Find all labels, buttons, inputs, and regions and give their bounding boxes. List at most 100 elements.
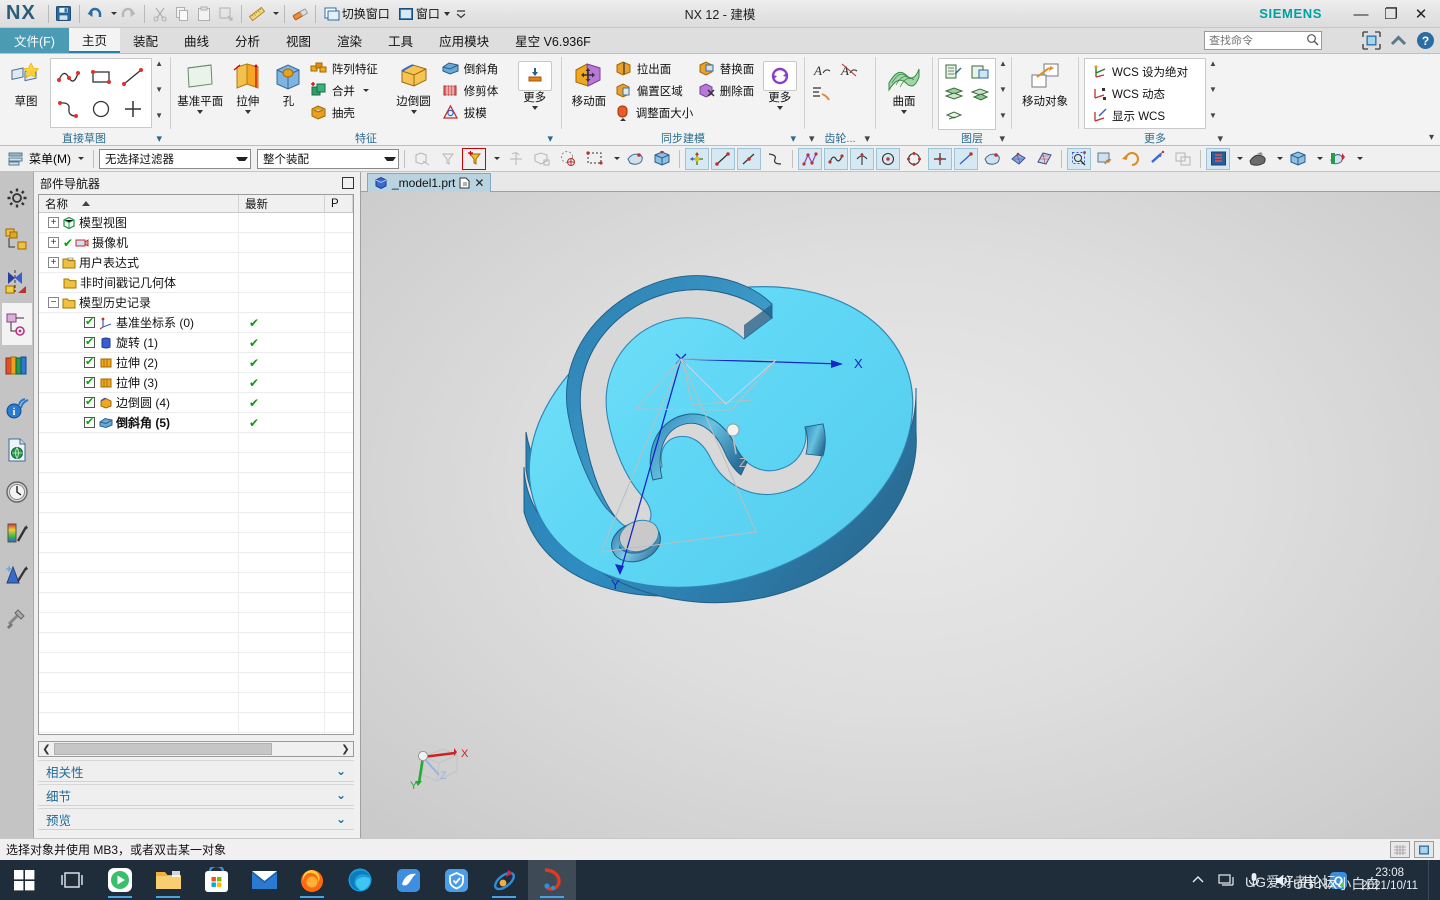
shaded-view-icon[interactable] xyxy=(1286,148,1310,170)
surface-dropdown[interactable] xyxy=(901,110,907,114)
feature-checkbox[interactable] xyxy=(84,335,95,348)
sync-more-dropdown[interactable] xyxy=(776,106,783,110)
task-view-button[interactable] xyxy=(48,860,96,900)
offset-region-button[interactable]: 偏置区域 xyxy=(612,80,694,101)
sketch-button[interactable]: 草图 xyxy=(3,56,49,108)
intersection-curve-icon[interactable] xyxy=(850,147,874,170)
gallery-scroll-down[interactable]: ▼ xyxy=(155,86,163,94)
layer-visible-icon[interactable] xyxy=(967,61,993,83)
shaded-view-dropdown[interactable] xyxy=(1312,148,1324,170)
tree-row-revolve[interactable]: 旋转 (1) ✔ xyxy=(39,332,353,353)
tray-microphone-icon[interactable] xyxy=(1241,860,1267,900)
taskbar-potplayer[interactable] xyxy=(96,860,144,900)
edge-blend-dropdown[interactable] xyxy=(410,110,417,114)
sync-more-button[interactable]: 更多 xyxy=(761,56,800,110)
graphics-viewport[interactable]: X Y Z X Y Z xyxy=(361,192,1440,838)
qat-overflow-button[interactable] xyxy=(454,3,468,25)
scrollbar-thumb[interactable] xyxy=(54,743,272,755)
move-to-layer-icon[interactable] xyxy=(941,83,967,105)
redo-icon[interactable] xyxy=(118,3,140,25)
layer-category-icon[interactable] xyxy=(941,105,967,127)
pin-panel-icon[interactable] xyxy=(342,177,354,189)
taskbar-mail[interactable] xyxy=(240,860,288,900)
fit-view-icon[interactable] xyxy=(1145,148,1169,170)
surface-button[interactable]: 曲面 xyxy=(881,56,927,114)
chamfer-button[interactable]: 倒斜角 xyxy=(439,58,513,79)
layer-scroll-down[interactable]: ▼ xyxy=(999,86,1007,94)
point-tool-icon[interactable] xyxy=(928,147,952,170)
window-menu-button[interactable]: 窗口 xyxy=(394,3,454,25)
expander-icon[interactable]: + xyxy=(48,217,59,228)
wcs-dynamic-button[interactable]: WCS 动态 xyxy=(1087,83,1203,104)
rail-item-settings[interactable] xyxy=(2,177,32,219)
menu-button[interactable]: 菜单(M) xyxy=(4,150,88,167)
column-header-name[interactable]: 名称 xyxy=(39,195,239,212)
taskbar-microsoft-store[interactable] xyxy=(192,860,240,900)
trim-body-button[interactable]: 修剪体 xyxy=(439,80,513,101)
tree-row-datum-csys[interactable]: 基准坐标系 (0) ✔ xyxy=(39,312,353,333)
undo-dropdown[interactable] xyxy=(106,3,118,25)
measure-dropdown[interactable] xyxy=(268,3,280,25)
gear-c-icon[interactable] xyxy=(810,84,832,104)
view-orientation-icon[interactable] xyxy=(1206,147,1230,170)
save-icon[interactable] xyxy=(53,3,75,25)
close-icon[interactable]: ✕ xyxy=(474,176,484,190)
rail-item-web-browser[interactable]: i xyxy=(2,387,32,429)
expander-icon[interactable]: + xyxy=(48,237,59,248)
selection-filter-combo[interactable]: 无选择过滤器 xyxy=(99,148,251,169)
tab-analysis[interactable]: 分析 xyxy=(222,28,273,53)
rectangle-select-dropdown[interactable] xyxy=(608,148,622,170)
tab-curve[interactable]: 曲线 xyxy=(171,28,222,53)
tray-network-icon[interactable] xyxy=(1213,860,1239,900)
feature-checkbox[interactable] xyxy=(84,395,95,408)
zoom-window-icon[interactable] xyxy=(1067,147,1091,170)
tree-row-model-history[interactable]: − 模型历史记录 xyxy=(39,292,353,313)
delete-face-button[interactable]: 删除面 xyxy=(695,80,760,101)
layer-settings-icon[interactable] xyxy=(941,61,967,83)
unite-button[interactable]: 合并 xyxy=(307,80,388,101)
panel-dependencies[interactable]: 相关性 ⌄ xyxy=(38,760,354,782)
more-dialog-launcher[interactable]: ▾ xyxy=(1217,132,1223,145)
rail-item-html-help[interactable] xyxy=(2,429,32,471)
datum-plane-dropdown[interactable] xyxy=(197,110,204,114)
scroll-left-icon[interactable]: ❮ xyxy=(39,744,54,755)
show-desktop-button[interactable] xyxy=(1428,860,1436,900)
document-tab[interactable]: _model1.prt ✕ xyxy=(367,173,492,192)
curve-wave-icon[interactable] xyxy=(824,147,848,170)
feature-more-button[interactable]: 更多 xyxy=(513,56,556,110)
wcs-scroll-down[interactable]: ▼ xyxy=(1209,86,1217,94)
column-header-uptodate[interactable]: 最新 xyxy=(239,195,325,212)
selection-scope-combo[interactable]: 整个装配 xyxy=(257,148,399,169)
rail-item-assembly-navigator[interactable] xyxy=(2,219,32,261)
tree-row-chamfer[interactable]: 倒斜角 (5) ✔ xyxy=(39,412,353,433)
feature-checkbox[interactable] xyxy=(84,375,95,388)
restore-button[interactable]: ❐ xyxy=(1376,2,1406,26)
full-screen-icon[interactable] xyxy=(1360,30,1382,51)
start-button[interactable] xyxy=(0,860,48,900)
feature-more-dropdown[interactable] xyxy=(531,106,538,110)
layer-scroll-up[interactable]: ▲ xyxy=(999,60,1007,68)
section-view-dropdown[interactable] xyxy=(1352,148,1364,170)
status-fullscreen-icon[interactable] xyxy=(1414,841,1434,858)
pull-face-button[interactable]: 拉出面 xyxy=(612,58,694,79)
expander-icon[interactable]: + xyxy=(48,257,59,268)
render-style-dropdown[interactable] xyxy=(1272,148,1284,170)
pan-icon[interactable] xyxy=(1093,148,1117,170)
extrude-dropdown[interactable] xyxy=(244,110,251,114)
view-orientation-dropdown[interactable] xyxy=(1232,148,1244,170)
panel-preview[interactable]: 预览 ⌄ xyxy=(38,808,354,830)
shaded-with-edges-icon[interactable] xyxy=(650,148,674,170)
tree-row-extrude-2[interactable]: 拉伸 (2) ✔ xyxy=(39,352,353,373)
taskbar-foxmail[interactable] xyxy=(384,860,432,900)
circle-icon[interactable] xyxy=(85,93,117,125)
highlight-hidden-icon[interactable] xyxy=(624,148,648,170)
taskbar-security[interactable] xyxy=(432,860,480,900)
gallery-expand[interactable]: ▼ xyxy=(155,112,163,120)
tray-volume-icon[interactable] xyxy=(1269,860,1295,900)
tree-row-cameras[interactable]: + ✔ 摄像机 xyxy=(39,232,353,253)
taskbar-nx[interactable] xyxy=(528,860,576,900)
ribbon-overflow-arrow[interactable]: ▾ xyxy=(1429,132,1440,145)
gear-a-icon[interactable]: A xyxy=(810,60,832,80)
tab-tools[interactable]: 工具 xyxy=(375,28,426,53)
replace-face-button[interactable]: 替换面 xyxy=(695,58,760,79)
